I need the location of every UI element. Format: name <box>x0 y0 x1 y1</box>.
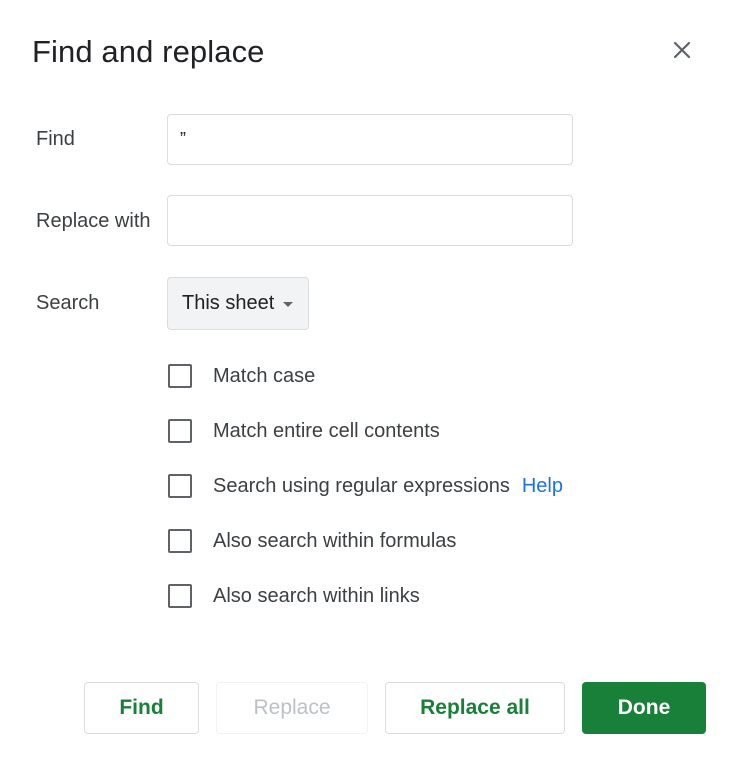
find-input[interactable] <box>167 114 573 165</box>
search-label: Search <box>36 292 100 314</box>
regex-checkbox[interactable] <box>168 474 192 498</box>
help-link[interactable]: Help <box>522 475 563 498</box>
find-label: Find <box>36 128 75 150</box>
regex-option[interactable]: Search using regular expressions Help <box>167 471 563 501</box>
match-entire-cell-label: Match entire cell contents <box>213 419 440 442</box>
search-formulas-label: Also search within formulas <box>213 529 457 552</box>
dialog-title: Find and replace <box>32 34 265 69</box>
replace-button[interactable]: Replace <box>216 682 368 734</box>
match-entire-cell-checkbox[interactable] <box>168 419 192 443</box>
search-links-label: Also search within links <box>213 584 420 607</box>
search-links-option[interactable]: Also search within links <box>167 581 420 611</box>
regex-label: Search using regular expressions <box>213 474 510 497</box>
replace-input[interactable] <box>167 195 573 246</box>
match-entire-cell-option[interactable]: Match entire cell contents <box>167 416 440 446</box>
search-formulas-checkbox[interactable] <box>168 529 192 553</box>
close-icon <box>672 40 692 65</box>
replace-all-button[interactable]: Replace all <box>385 682 565 734</box>
match-case-option[interactable]: Match case <box>167 361 315 391</box>
find-button[interactable]: Find <box>84 682 199 734</box>
find-replace-dialog: Find and replace Find Replace with Searc… <box>0 0 737 768</box>
replace-label: Replace with <box>36 210 151 232</box>
search-scope-dropdown[interactable]: This sheet <box>167 277 309 330</box>
search-scope-value: This sheet <box>182 292 275 314</box>
search-formulas-option[interactable]: Also search within formulas <box>167 526 456 556</box>
match-case-checkbox[interactable] <box>168 364 192 388</box>
done-button[interactable]: Done <box>582 682 706 734</box>
search-links-checkbox[interactable] <box>168 584 192 608</box>
close-button[interactable] <box>664 34 700 70</box>
dropdown-caret-icon <box>283 302 294 307</box>
match-case-label: Match case <box>213 364 316 387</box>
